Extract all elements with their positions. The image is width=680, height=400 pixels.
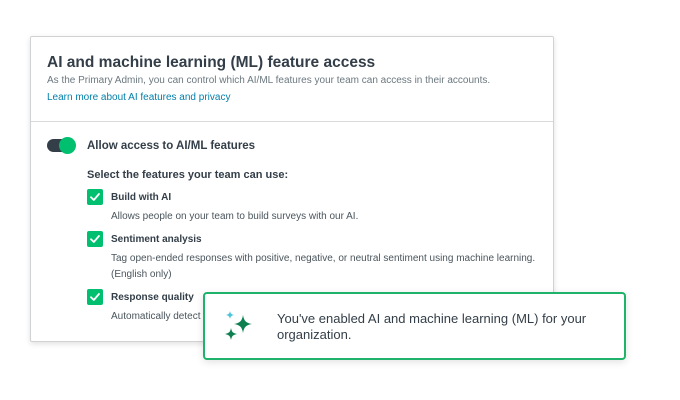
- toast-message: You've enabled AI and machine learning (…: [277, 311, 587, 342]
- check-icon: [90, 193, 100, 201]
- build-with-ai-description: Allows people on your team to build surv…: [111, 211, 359, 222]
- sparkle-icon: [225, 311, 252, 340]
- response-quality-checkbox[interactable]: [87, 289, 103, 305]
- toggle-label: Allow access to AI/ML features: [87, 140, 256, 152]
- learn-more-link[interactable]: Learn more about AI features and privacy: [47, 92, 230, 103]
- check-icon: [90, 293, 100, 301]
- sentiment-analysis-description-note: (English only): [111, 269, 172, 280]
- sentiment-analysis-label: Sentiment analysis: [111, 234, 202, 245]
- build-with-ai-checkbox[interactable]: [87, 189, 103, 205]
- check-icon: [90, 235, 100, 243]
- sentiment-analysis-checkbox[interactable]: [87, 231, 103, 247]
- toggle-knob: [59, 137, 76, 154]
- panel-title: AI and machine learning (ML) feature acc…: [47, 54, 376, 71]
- success-toast: You've enabled AI and machine learning (…: [203, 292, 626, 360]
- features-heading: Select the features your team can use:: [87, 169, 289, 181]
- response-quality-description: Automatically detect p: [111, 311, 209, 322]
- response-quality-label: Response quality: [111, 292, 194, 303]
- panel-header: AI and machine learning (ML) feature acc…: [31, 37, 553, 122]
- sentiment-analysis-description: Tag open-ended responses with positive, …: [111, 253, 536, 264]
- panel-subtitle: As the Primary Admin, you can control wh…: [47, 75, 491, 86]
- build-with-ai-label: Build with AI: [111, 192, 172, 203]
